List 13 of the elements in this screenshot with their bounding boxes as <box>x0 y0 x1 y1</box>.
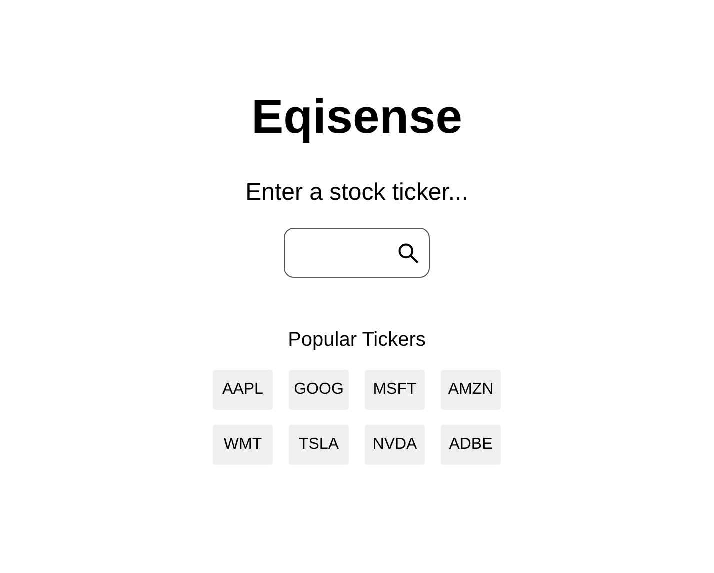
search-field[interactable] <box>284 228 430 278</box>
app-title: Eqisense <box>252 90 462 146</box>
search-icon[interactable] <box>397 242 419 264</box>
ticker-button[interactable]: AAPL <box>213 370 273 410</box>
ticker-button[interactable]: MSFT <box>365 370 425 410</box>
search-prompt: Enter a stock ticker... <box>246 178 468 208</box>
ticker-button[interactable]: GOOG <box>289 370 349 410</box>
popular-heading: Popular Tickers <box>288 328 426 352</box>
ticker-button[interactable]: TSLA <box>289 425 349 465</box>
ticker-button[interactable]: NVDA <box>365 425 425 465</box>
ticker-button[interactable]: AMZN <box>441 370 501 410</box>
ticker-button[interactable]: WMT <box>213 425 273 465</box>
ticker-button[interactable]: ADBE <box>441 425 501 465</box>
